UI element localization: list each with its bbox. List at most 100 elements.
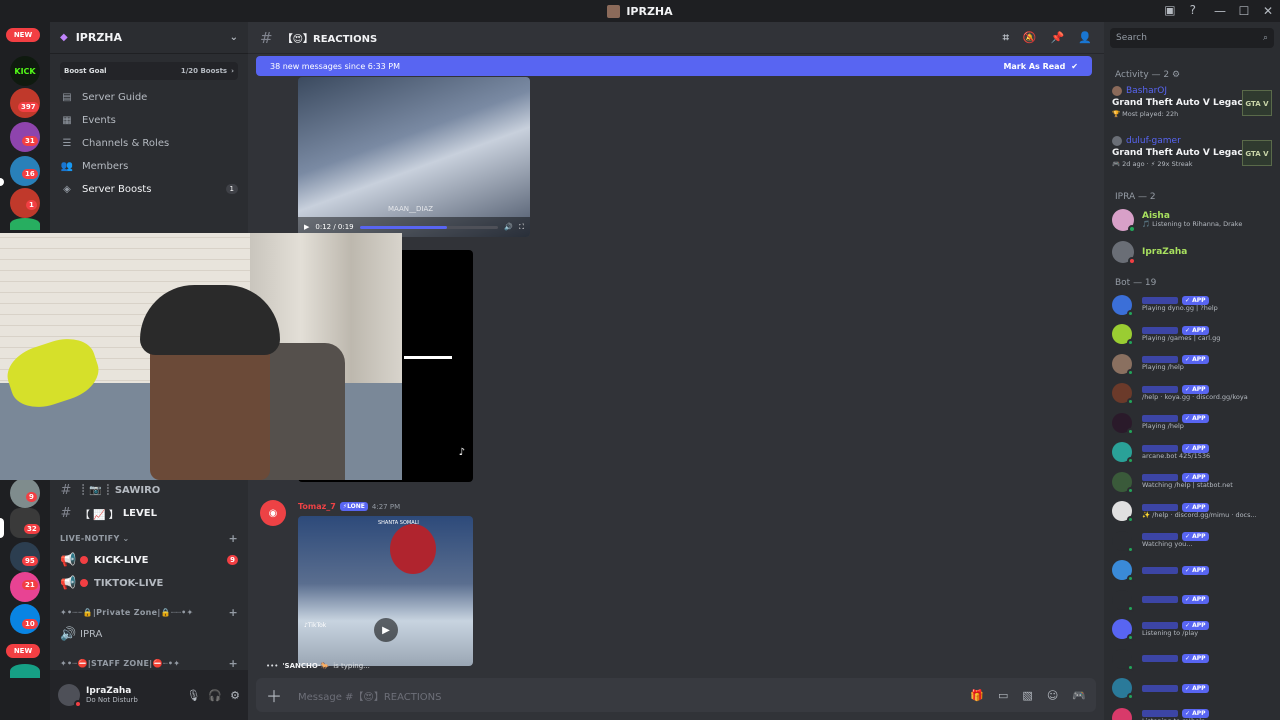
bot-row[interactable]: ✓ APP Playing /games | carl.gg	[1112, 320, 1274, 350]
bot-row[interactable]: ✓ APP Playing dyno.gg | ?help	[1112, 290, 1274, 320]
boost-goal[interactable]: Boost Goal 1/20 Boosts ›	[60, 62, 238, 80]
status-dot-icon	[1127, 427, 1134, 435]
avatar	[1112, 560, 1134, 583]
member-row[interactable]: IpraZaha	[1112, 238, 1274, 266]
maximize-button[interactable]: ☐	[1232, 4, 1256, 18]
server-icon-11[interactable]	[10, 664, 40, 678]
bot-row[interactable]: ✓ APP Listening to /play	[1112, 615, 1274, 645]
chevron-down-icon[interactable]: ⌄	[230, 32, 238, 43]
close-button[interactable]: ✕	[1256, 4, 1280, 18]
avatar	[1112, 294, 1134, 317]
bot-row[interactable]: ✓ APP	[1112, 556, 1274, 586]
bot-name	[1142, 503, 1178, 511]
tiktok-icon: ♪	[458, 447, 465, 458]
server-badge: 16	[22, 169, 38, 179]
volume-icon[interactable]: 🔊	[504, 223, 513, 231]
threads-icon[interactable]: ⌗	[1003, 31, 1009, 45]
search-input[interactable]: Search ⌕	[1110, 28, 1274, 48]
channel-level[interactable]: # 【 📈 】 LEVEL	[56, 502, 242, 524]
avatar	[1112, 383, 1134, 406]
channel-tiktok-live[interactable]: 📢 TIKTOK-LIVE	[56, 572, 242, 594]
channel-ipra[interactable]: 🔊 IPRA	[56, 623, 242, 645]
add-channel-icon[interactable]: +	[228, 657, 238, 670]
new-pill[interactable]: NEW	[6, 28, 40, 42]
bot-row[interactable]: ✓ APPListening to m!help	[1112, 703, 1274, 720]
message-author[interactable]: Tomaz_7	[298, 502, 336, 511]
nav-server-boosts[interactable]: ◈ Server Boosts 1	[56, 178, 242, 200]
bot-row[interactable]: ✓ APP ✨ /help · discord.gg/mimu · docs...	[1112, 497, 1274, 527]
gear-icon[interactable]: ⚙	[1172, 70, 1180, 80]
server-kick[interactable]: KICK	[10, 56, 40, 86]
bot-row[interactable]: ✓ APP	[1112, 674, 1274, 704]
bot-row[interactable]: ✓ APP Playing /help	[1112, 349, 1274, 379]
bot-name	[1142, 326, 1178, 334]
category-live-notify[interactable]: LIVE-NOTIFY ⌄ +	[56, 528, 242, 548]
play-icon[interactable]: ▶	[374, 618, 398, 642]
bot-row[interactable]: ✓ APP	[1112, 585, 1274, 615]
help-icon[interactable]: ?	[1190, 3, 1196, 17]
server-icon-6[interactable]	[10, 218, 40, 230]
avatar	[1112, 412, 1134, 435]
minimize-button[interactable]: —	[1208, 4, 1232, 18]
inbox-icon[interactable]: ▣	[1164, 3, 1175, 17]
nav-channels-roles[interactable]: ☰ Channels & Roles	[56, 132, 242, 154]
message-composer[interactable]: ＋ Message #【😍】REACTIONS 🎁 ▭ ▧ ☺ 🎮	[256, 678, 1096, 712]
sticker-icon[interactable]: ▧	[1022, 689, 1032, 702]
bell-muted-icon[interactable]: 🔕	[1023, 31, 1037, 45]
status-dot-icon	[1127, 457, 1134, 465]
composer-placeholder[interactable]: Message #【😍】REACTIONS	[298, 688, 441, 703]
discord-avatar-icon[interactable]: ◉	[260, 500, 286, 526]
channel-sawiro[interactable]: # ┊ 📷 ┊ SAWIRO	[56, 479, 242, 501]
app-tag: ✓ APP	[1182, 355, 1209, 365]
header-tools: ⌗ 🔕 📌 👤	[1003, 31, 1092, 45]
gift-icon[interactable]: 🎁	[970, 689, 984, 702]
nav-members[interactable]: 👥 Members	[56, 155, 242, 177]
bot-row[interactable]: ✓ APP Watching /help | statbot.net	[1112, 467, 1274, 497]
typing-indicator: ••• 'SANCHO·🐎 is typing...	[266, 662, 370, 670]
member-row[interactable]: Aisha 🎵 Listening to Rihanna, Drake	[1112, 206, 1274, 234]
channel-prefix: ┊ 📷 ┊	[80, 484, 111, 496]
mention-badge: 9	[227, 555, 238, 565]
play-icon[interactable]: ▶	[304, 223, 309, 231]
microphone-icon[interactable]: 🎙	[186, 689, 200, 702]
bot-status: Watching you...	[1142, 540, 1193, 549]
bot-row[interactable]: ✓ APP Watching you...	[1112, 526, 1274, 556]
channel-kick-live[interactable]: 📢 KICK-LIVE 9	[56, 549, 242, 571]
fullscreen-icon[interactable]: ⛶	[519, 223, 524, 232]
seekbar-fill	[359, 225, 448, 229]
bot-row[interactable]: ✓ APP	[1112, 644, 1274, 674]
server-badge: 1	[26, 200, 37, 210]
emoji-icon[interactable]: ☺	[1047, 689, 1058, 702]
user-info[interactable]: IpraZaha Do Not Disturb	[86, 686, 138, 704]
server-header[interactable]: ◆ IPRZHA ⌄	[50, 22, 248, 54]
activity-card[interactable]: BasharOJ Grand Theft Auto V Legacy 🏆 Mos…	[1112, 86, 1274, 128]
mark-as-read-button[interactable]: Mark As Read	[1003, 62, 1065, 71]
pin-icon[interactable]: 📌	[1051, 31, 1065, 45]
video-seekbar[interactable]	[359, 225, 499, 229]
video-player-1[interactable]: MAAN__DIAZ ▶ 0:12 / 0:19 🔊 ⛶	[298, 77, 530, 237]
avatar[interactable]	[58, 684, 82, 708]
role-tag: ⚡LONE	[339, 502, 368, 511]
bot-name	[1142, 621, 1178, 629]
add-channel-icon[interactable]: +	[228, 606, 238, 619]
bot-row[interactable]: ✓ APP arcane.bot 425/1536	[1112, 438, 1274, 468]
bot-name	[1142, 444, 1178, 452]
video-player-3[interactable]: SHANTA SOMALI ♪TikTok ▶	[298, 516, 473, 666]
bot-row[interactable]: ✓ APP/help · koya.gg · discord.gg/koya	[1112, 379, 1274, 409]
status-dot-icon	[1127, 575, 1134, 583]
activity-card[interactable]: duluf-gamer Grand Theft Auto V Legacy 🎮 …	[1112, 136, 1274, 178]
headphones-icon[interactable]: 🎧	[208, 689, 222, 702]
member-list-icon[interactable]: 👤	[1078, 31, 1092, 45]
nav-server-guide[interactable]: ▤ Server Guide	[56, 86, 242, 108]
gif-icon[interactable]: ▭	[998, 689, 1008, 702]
category-private-zone[interactable]: ✦•┈┈🔒|Private Zone|🔒┈┈•✦ +	[56, 602, 242, 622]
status-dot-icon	[1127, 368, 1134, 376]
gear-icon[interactable]: ⚙	[230, 689, 240, 702]
add-channel-icon[interactable]: +	[228, 532, 238, 545]
new-messages-bar[interactable]: 38 new messages since 6:33 PM Mark As Re…	[256, 56, 1092, 76]
bot-row[interactable]: ✓ APP Playing /help	[1112, 408, 1274, 438]
nav-events[interactable]: ▦ Events	[56, 109, 242, 131]
apps-icon[interactable]: 🎮	[1072, 689, 1086, 702]
new-pill[interactable]: NEW	[6, 644, 40, 658]
add-attachment-icon[interactable]: ＋	[266, 683, 282, 707]
